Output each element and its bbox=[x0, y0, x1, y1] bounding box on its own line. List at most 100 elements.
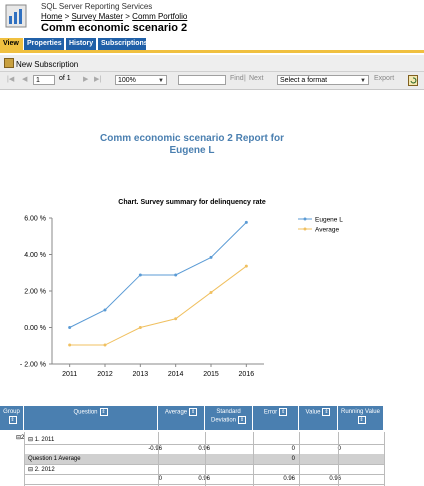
export-link[interactable]: Export bbox=[374, 75, 394, 82]
x-tick-label: 2012 bbox=[97, 371, 113, 378]
previous-page-icon[interactable]: ◀ bbox=[22, 75, 27, 83]
table-cell: -0.96 bbox=[148, 446, 162, 452]
zoom-select[interactable]: 100% ▼ bbox=[115, 75, 167, 85]
y-tick-label: 4.00 % bbox=[24, 252, 46, 259]
column-divider bbox=[24, 432, 25, 486]
column-header-label: Running Value bbox=[341, 409, 380, 415]
column-divider bbox=[205, 432, 206, 486]
series-line-1 bbox=[69, 222, 247, 328]
column-divider bbox=[253, 432, 254, 486]
sort-icon[interactable]: ⇕ bbox=[99, 408, 108, 416]
data-point bbox=[244, 220, 248, 224]
table-cell: 0 bbox=[158, 476, 162, 482]
breadcrumb: Home > Survey Master > Comm Portfolio bbox=[41, 12, 187, 21]
chevron-down-icon: ▼ bbox=[360, 78, 366, 84]
column-header-label: Question bbox=[73, 409, 98, 416]
sort-icon[interactable]: ⇕ bbox=[322, 408, 331, 416]
data-point bbox=[103, 308, 107, 312]
tab-subscriptions[interactable]: Subscriptions bbox=[98, 38, 148, 50]
column-header-label: Value bbox=[305, 409, 321, 416]
collapse-icon[interactable]: ⊟ bbox=[28, 437, 35, 443]
y-tick-label: - 2.00 % bbox=[20, 362, 46, 369]
table-cell: 0 bbox=[291, 456, 295, 462]
column-header[interactable]: Value ⇕ bbox=[299, 406, 338, 430]
sort-icon[interactable]: ⇕ bbox=[8, 416, 17, 424]
subscription-bar: New Subscription bbox=[0, 55, 424, 72]
column-header[interactable]: Error ⇕ bbox=[253, 406, 299, 430]
column-header[interactable]: Group⇕ bbox=[0, 406, 24, 430]
column-header[interactable]: Standard Deviation ⇕ bbox=[205, 406, 253, 430]
chevron-down-icon: ▼ bbox=[158, 78, 164, 84]
export-format-select[interactable]: Select a format ▼ bbox=[277, 75, 369, 85]
tab-properties[interactable]: Properties bbox=[24, 38, 64, 50]
find-input[interactable] bbox=[178, 75, 226, 85]
column-divider bbox=[338, 432, 339, 486]
y-tick-label: 0.00 % bbox=[24, 325, 46, 332]
legend-label: Eugene L bbox=[315, 217, 343, 224]
x-tick-label: 2013 bbox=[133, 371, 149, 378]
column-header-label: Group bbox=[3, 409, 20, 415]
page-count: of 1 bbox=[59, 75, 71, 82]
data-point bbox=[209, 290, 213, 294]
line-chart: Chart. Survey summary for delinquency ra… bbox=[20, 199, 343, 378]
sort-icon[interactable]: ⇕ bbox=[238, 416, 246, 424]
app-name: SQL Server Reporting Services bbox=[41, 2, 153, 11]
column-divider bbox=[158, 432, 159, 486]
x-tick-label: 2014 bbox=[168, 371, 184, 378]
column-header[interactable]: Question ⇕ bbox=[24, 406, 158, 430]
data-point bbox=[138, 326, 142, 329]
report-title: Comm economic scenario 2 Report for Euge… bbox=[0, 133, 384, 157]
page-title: Comm economic scenario 2 bbox=[41, 22, 188, 34]
column-divider bbox=[384, 432, 385, 486]
report-title-line2: Eugene L bbox=[169, 145, 215, 156]
next-page-icon[interactable]: ▶ bbox=[83, 75, 88, 83]
delinquency-chart: Chart. Survey summary for delinquency ra… bbox=[0, 190, 424, 390]
breadcrumb-survey-master-link[interactable]: Survey Master bbox=[71, 12, 123, 21]
tab-bar: View Properties History Subscriptions bbox=[0, 38, 424, 53]
row-divider bbox=[24, 464, 384, 465]
legend-marker bbox=[303, 227, 307, 231]
zoom-value: 100% bbox=[118, 77, 136, 84]
legend-label: Average bbox=[315, 227, 339, 234]
column-header[interactable]: Average ⇕ bbox=[158, 406, 205, 430]
question-label: 1. 2011 bbox=[34, 437, 55, 443]
page-number-input[interactable]: 1 bbox=[33, 75, 55, 85]
sort-icon[interactable]: ⇕ bbox=[189, 408, 198, 416]
table-cell: 0.96 bbox=[329, 476, 341, 482]
tab-history[interactable]: History bbox=[66, 38, 96, 50]
breadcrumb-comm-portfolio-link[interactable]: Comm Portfolio bbox=[132, 12, 187, 21]
find-link[interactable]: Find bbox=[230, 75, 244, 82]
sort-icon[interactable]: ⇕ bbox=[357, 416, 366, 424]
data-point bbox=[68, 326, 72, 329]
question-toggle[interactable]: ⊟ 2. 2012 bbox=[28, 466, 55, 473]
breadcrumb-home-link[interactable]: Home bbox=[41, 12, 62, 21]
refresh-icon[interactable] bbox=[408, 75, 418, 86]
table-cell: 0.96 bbox=[283, 476, 295, 482]
data-point bbox=[244, 264, 248, 268]
sort-icon[interactable]: ⇕ bbox=[279, 408, 288, 416]
tab-view[interactable]: View bbox=[0, 38, 23, 50]
new-subscription-button[interactable]: New Subscription bbox=[4, 58, 78, 69]
data-point bbox=[209, 255, 213, 259]
chart-title: Chart. Survey summary for delinquency ra… bbox=[118, 199, 266, 206]
y-tick-label: 6.00 % bbox=[24, 216, 46, 223]
collapse-icon[interactable]: ⊟ bbox=[28, 467, 35, 473]
data-point bbox=[174, 317, 178, 321]
column-header[interactable]: Running Value⇕ bbox=[338, 406, 384, 430]
series-line-2 bbox=[69, 265, 247, 346]
legend-marker bbox=[303, 217, 307, 221]
data-point bbox=[68, 343, 72, 347]
question-toggle[interactable]: ⊟ 1. 2011 bbox=[28, 436, 54, 443]
next-link[interactable]: Next bbox=[249, 75, 263, 82]
row-divider bbox=[24, 474, 384, 475]
last-page-icon[interactable]: ▶| bbox=[94, 75, 101, 83]
column-header-label: Error bbox=[263, 409, 278, 416]
report-title-line1: Comm economic scenario 2 Report for bbox=[100, 133, 284, 144]
data-point bbox=[103, 343, 107, 347]
column-divider bbox=[299, 432, 300, 486]
breadcrumb-separator: > bbox=[123, 12, 133, 21]
reporting-services-logo-icon bbox=[5, 4, 27, 28]
report-manager-header: SQL Server Reporting Services Home > Sur… bbox=[0, 0, 424, 36]
first-page-icon[interactable]: |◀ bbox=[7, 75, 14, 83]
question-label: 2. 2012 bbox=[34, 467, 55, 473]
